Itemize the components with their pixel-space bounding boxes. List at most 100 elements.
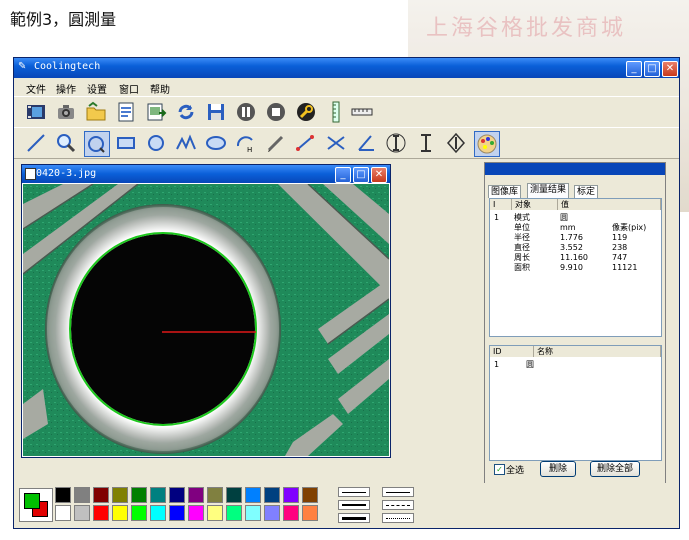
color-swatch[interactable] [226, 487, 242, 503]
color-palette-icon[interactable] [474, 131, 500, 157]
color-swatch[interactable] [302, 505, 318, 521]
distance-tool-icon[interactable] [294, 131, 318, 155]
color-palette [16, 483, 676, 527]
document-icon[interactable] [114, 100, 138, 124]
minimize-button[interactable]: _ [626, 61, 642, 77]
measurement-panel-titlebar[interactable] [485, 163, 665, 175]
save-icon[interactable] [204, 100, 228, 124]
color-swatch[interactable] [93, 505, 109, 521]
line-style-thick[interactable] [338, 513, 370, 523]
color-swatch[interactable] [93, 487, 109, 503]
foreground-color[interactable] [24, 493, 40, 509]
tab-measure-results[interactable]: 测量结果 [527, 183, 570, 198]
circle-measure-icon[interactable] [84, 131, 110, 157]
pen-tool-icon[interactable] [264, 131, 288, 155]
vertical-dimension-icon[interactable] [384, 131, 408, 155]
image-maximize-button[interactable]: □ [353, 167, 369, 183]
menu-bar: 文件 操作 设置 窗口 帮助 [14, 79, 679, 96]
color-swatch[interactable] [283, 487, 299, 503]
circle-tool-icon[interactable] [144, 131, 168, 155]
row-name: 周长 [514, 253, 530, 262]
tab-calibration[interactable]: 标定 [574, 185, 599, 198]
row-index: 1 [494, 213, 500, 222]
angle-tool-icon[interactable] [354, 131, 378, 155]
row-value: 11.160 [560, 253, 588, 262]
image-close-button[interactable]: ✕ [371, 167, 387, 183]
row-value: 1.776 [560, 233, 583, 242]
rectangle-tool-icon[interactable] [114, 131, 138, 155]
color-swatch[interactable] [55, 487, 71, 503]
color-swatch[interactable] [264, 505, 280, 521]
image-minimize-button[interactable]: _ [335, 167, 351, 183]
color-swatch[interactable] [264, 487, 280, 503]
color-swatch[interactable] [74, 487, 90, 503]
list-item-id[interactable]: 1 [494, 360, 499, 370]
pause-icon[interactable] [234, 100, 258, 124]
angle-cross-icon[interactable] [324, 131, 348, 155]
current-colors[interactable] [19, 488, 53, 522]
color-swatch[interactable] [131, 487, 147, 503]
delete-all-button[interactable]: 删除全部 [590, 461, 640, 477]
measurement-panel: 图像库 测量结果 标定 I 对象 值 1 模式圆单位 mm 像素(pix) 半径 1.77… [484, 162, 666, 484]
select-all-checkbox[interactable]: ✓ [494, 464, 505, 475]
line-style-medium[interactable] [338, 500, 370, 510]
zoom-icon[interactable] [54, 131, 78, 155]
select-all-label: 全选 [506, 466, 525, 476]
color-swatch[interactable] [150, 487, 166, 503]
microscope-image[interactable] [23, 184, 389, 456]
color-swatch[interactable] [112, 505, 128, 521]
color-swatch[interactable] [302, 487, 318, 503]
app-titlebar[interactable]: ✎ Coolingtech _ □ ✕ [14, 58, 679, 78]
wrench-icon[interactable] [294, 100, 318, 124]
color-swatch[interactable] [169, 487, 185, 503]
image-window-titlebar[interactable]: 0420-3.jpg _ □ ✕ [22, 165, 390, 183]
color-swatch[interactable] [207, 487, 223, 503]
arc-tool-icon[interactable]: H [234, 131, 258, 155]
camera-icon[interactable] [54, 100, 78, 124]
close-button[interactable]: ✕ [662, 61, 678, 77]
tab-image-library[interactable]: 图像库 [488, 185, 522, 198]
color-swatch[interactable] [226, 505, 242, 521]
color-swatch[interactable] [188, 487, 204, 503]
line-style-dashed[interactable] [382, 500, 414, 510]
menu-settings[interactable]: 设置 [87, 81, 107, 96]
color-swatch[interactable] [283, 505, 299, 521]
row-unit: 像素(pix) [612, 223, 647, 232]
maximize-button[interactable]: □ [644, 61, 660, 77]
color-swatch[interactable] [131, 505, 147, 521]
color-swatch[interactable] [245, 487, 261, 503]
menu-window[interactable]: 窗口 [119, 81, 139, 96]
delete-button[interactable]: 删除 [540, 461, 576, 477]
color-swatch[interactable] [150, 505, 166, 521]
page-caption: 範例3，圓測量 [10, 10, 117, 29]
color-swatch[interactable] [74, 505, 90, 521]
menu-file[interactable]: 文件 [26, 81, 46, 96]
ellipse-tool-icon[interactable] [204, 131, 228, 155]
menu-operate[interactable]: 操作 [56, 81, 76, 96]
height-tool-icon[interactable] [414, 131, 438, 155]
color-swatch[interactable] [207, 505, 223, 521]
polyline-tool-icon[interactable] [174, 131, 198, 155]
object-list: ID 名称 1 圆 [489, 345, 662, 461]
export-icon[interactable] [144, 100, 168, 124]
menu-help[interactable]: 帮助 [150, 81, 170, 96]
row-unit: 11121 [612, 263, 638, 272]
line-style-solid[interactable] [382, 487, 414, 497]
color-swatch[interactable] [188, 505, 204, 521]
refresh-icon[interactable] [174, 100, 198, 124]
color-swatch[interactable] [55, 505, 71, 521]
line-style-dotted[interactable] [382, 513, 414, 523]
open-folder-icon[interactable] [84, 100, 108, 124]
stop-icon[interactable] [264, 100, 288, 124]
color-swatch[interactable] [112, 487, 128, 503]
line-tool-icon[interactable] [24, 131, 48, 155]
horizontal-ruler-icon[interactable] [350, 100, 374, 124]
pointer-tool-icon[interactable] [444, 131, 468, 155]
color-swatch[interactable] [169, 505, 185, 521]
color-swatch[interactable] [245, 505, 261, 521]
list-item-name[interactable]: 圆 [526, 360, 534, 370]
row-value: 圆 [560, 213, 568, 222]
line-style-thin[interactable] [338, 487, 370, 497]
vertical-ruler-icon[interactable] [324, 100, 348, 124]
video-icon[interactable] [24, 100, 48, 124]
